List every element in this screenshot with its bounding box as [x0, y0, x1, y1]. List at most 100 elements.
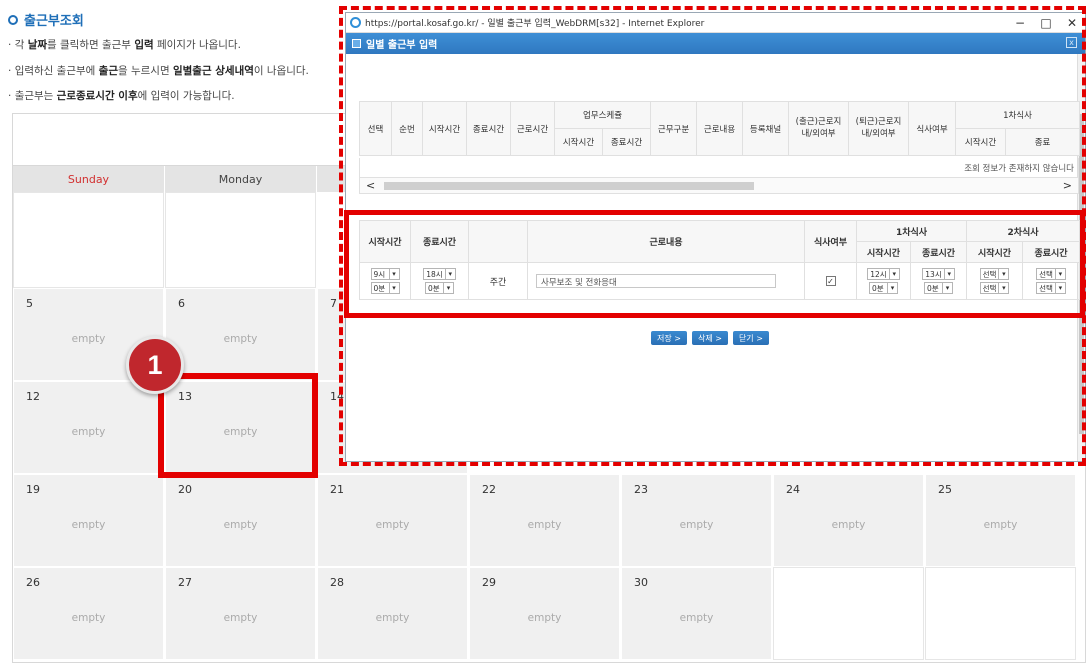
- calendar-day-number: 24: [786, 483, 800, 496]
- form-col-start: 시작시간: [359, 220, 411, 263]
- calendar-empty-label: empty: [223, 333, 258, 345]
- calendar-day-cell[interactable]: 12 empty: [13, 381, 164, 474]
- step-number-badge: 1: [126, 336, 184, 394]
- meal1-start-minute-select[interactable]: 0분 ▾: [869, 282, 898, 294]
- calendar-cell-blank: [13, 192, 164, 288]
- calendar-day-cell[interactable]: 24 empty: [773, 474, 924, 567]
- meal1-end-minute-select[interactable]: 0분 ▾: [924, 282, 953, 294]
- internet-explorer-icon: [350, 17, 361, 28]
- scroll-left-arrow-icon[interactable]: <: [366, 179, 375, 192]
- calendar-day-number: 23: [634, 483, 648, 496]
- maximize-button[interactable]: □: [1033, 16, 1059, 30]
- calendar-empty-label: empty: [527, 519, 562, 531]
- calendar-day-cell[interactable]: 27 empty: [165, 567, 316, 660]
- col-meal: 식사여부: [908, 101, 957, 156]
- form-col-meal2: 2차식사: [966, 220, 1081, 242]
- col-sched-start: 시작시간: [554, 128, 603, 156]
- col-end: 종료시간: [466, 101, 511, 156]
- chevron-down-icon: ▾: [942, 283, 952, 293]
- form-col-meal2-end: 종료시간: [1022, 241, 1081, 263]
- calendar-empty-label: empty: [375, 612, 410, 624]
- minimize-button[interactable]: −: [1007, 16, 1033, 30]
- calendar-day-cell[interactable]: 30 empty: [621, 567, 772, 660]
- chevron-down-icon: ▾: [1054, 283, 1065, 293]
- popup-title: 일별 출근부 입력: [366, 40, 438, 51]
- meal2-start-minute-select[interactable]: 선택 ▾: [979, 282, 1010, 294]
- calendar-day-cell[interactable]: 20 empty: [165, 474, 316, 567]
- work-content-input[interactable]: 사무보조 및 전화응대: [536, 274, 776, 288]
- calendar-empty-label: empty: [983, 519, 1018, 531]
- popup-close-icon[interactable]: x: [1066, 37, 1077, 48]
- calendar-cell-blank: [165, 192, 316, 288]
- meal2-end-hour-select[interactable]: 선택 ▾: [1036, 268, 1066, 280]
- col-work-content: 근로내용: [696, 101, 744, 156]
- save-button[interactable]: 저장 >: [651, 331, 687, 345]
- calendar-day-number: 22: [482, 483, 496, 496]
- col-work-type: 근무구분: [650, 101, 698, 156]
- circle-bullet-icon: [8, 14, 18, 25]
- browser-titlebar: https://portal.kosaf.go.kr/ - 일별 출근부 입력_…: [346, 13, 1085, 33]
- horizontal-scrollbar[interactable]: < >: [359, 178, 1079, 194]
- calendar-empty-label: empty: [679, 519, 714, 531]
- calendar-day-cell[interactable]: 26 empty: [13, 567, 164, 660]
- chevron-down-icon: ▾: [888, 269, 899, 279]
- close-button[interactable]: 닫기 >: [732, 331, 769, 345]
- calendar-day-number: 28: [330, 576, 344, 589]
- scrollbar-thumb[interactable]: [384, 182, 754, 190]
- chevron-down-icon: ▾: [998, 283, 1008, 293]
- scroll-right-arrow-icon[interactable]: >: [1063, 179, 1072, 192]
- highlight-box-date-13: [158, 373, 318, 478]
- calendar-cell-blank: [773, 567, 924, 660]
- work-type-value: 주간: [468, 262, 528, 300]
- calendar-day-number: 26: [26, 576, 40, 589]
- chevron-down-icon: ▾: [444, 269, 455, 279]
- calendar-empty-label: empty: [679, 612, 714, 624]
- col-work-time: 근로시간: [510, 101, 555, 156]
- calendar-empty-label: empty: [71, 612, 106, 624]
- calendar-day-cell[interactable]: 22 empty: [469, 474, 620, 567]
- calendar-day-number: 6: [178, 297, 185, 310]
- calendar-empty-label: empty: [223, 612, 258, 624]
- meal2-end-minute-select[interactable]: 선택 ▾: [1036, 282, 1066, 294]
- end-minute-select[interactable]: 0분 ▾: [425, 282, 454, 294]
- col-sched-end: 종료시간: [601, 128, 652, 156]
- calendar-day-cell[interactable]: 25 empty: [925, 474, 1076, 567]
- calendar-day-cell[interactable]: 6 empty: [165, 288, 316, 381]
- calendar-day-cell[interactable]: 28 empty: [317, 567, 468, 660]
- start-minute-select[interactable]: 0분 ▾: [370, 282, 400, 294]
- meal2-start-hour-select[interactable]: 선택 ▾: [979, 268, 1010, 280]
- col-meal1-start: 시작시간: [955, 128, 1007, 156]
- calendar-day-number: 20: [178, 483, 192, 496]
- window-icon: [352, 39, 361, 48]
- delete-button[interactable]: 삭제 >: [691, 331, 728, 345]
- meal-checkbox[interactable]: ✓: [825, 275, 836, 286]
- calendar-empty-label: empty: [527, 612, 562, 624]
- start-hour-select[interactable]: 9시 ▾: [370, 268, 400, 280]
- attendance-input-form: 시작시간 종료시간 근로내용 식사여부 1차식사 2차식사 시작시간 종료시간 …: [359, 220, 1081, 300]
- calendar-empty-label: empty: [223, 519, 258, 531]
- chevron-down-icon: ▾: [943, 269, 954, 279]
- col-in-location: (출근)근로지 내/외여부: [788, 101, 850, 156]
- meal1-end-hour-select[interactable]: 13시 ▾: [922, 268, 955, 280]
- daily-attendance-popup: https://portal.kosaf.go.kr/ - 일별 출근부 입력_…: [345, 12, 1086, 462]
- end-hour-select[interactable]: 18시 ▾: [423, 268, 456, 280]
- calendar-day-cell[interactable]: 19 empty: [13, 474, 164, 567]
- calendar-day-number: 29: [482, 576, 496, 589]
- chevron-down-icon: ▾: [887, 283, 897, 293]
- col-schedule: 업무스케쥴: [553, 101, 652, 129]
- window-close-button[interactable]: ✕: [1059, 16, 1085, 30]
- page-heading: 출근부조회: [8, 10, 84, 29]
- form-col-meal1: 1차식사: [855, 220, 968, 242]
- form-col-type: [468, 220, 528, 263]
- calendar-day-number: 25: [938, 483, 952, 496]
- day-header-sunday: Sunday: [13, 166, 165, 192]
- calendar-day-number: 27: [178, 576, 192, 589]
- calendar-day-cell[interactable]: 23 empty: [621, 474, 772, 567]
- calendar-day-cell[interactable]: 29 empty: [469, 567, 620, 660]
- meal1-start-hour-select[interactable]: 12시 ▾: [867, 268, 900, 280]
- calendar-day-cell[interactable]: 21 empty: [317, 474, 468, 567]
- calendar-day-number: 12: [26, 390, 40, 403]
- browser-window-title: https://portal.kosaf.go.kr/ - 일별 출근부 입력_…: [365, 19, 705, 29]
- form-col-end: 종료시간: [410, 220, 469, 263]
- attendance-list-table: 선택 순번 시작시간 종료시간 근로시간 업무스케쥴 근무구분 근로내용 등록채…: [359, 101, 1081, 156]
